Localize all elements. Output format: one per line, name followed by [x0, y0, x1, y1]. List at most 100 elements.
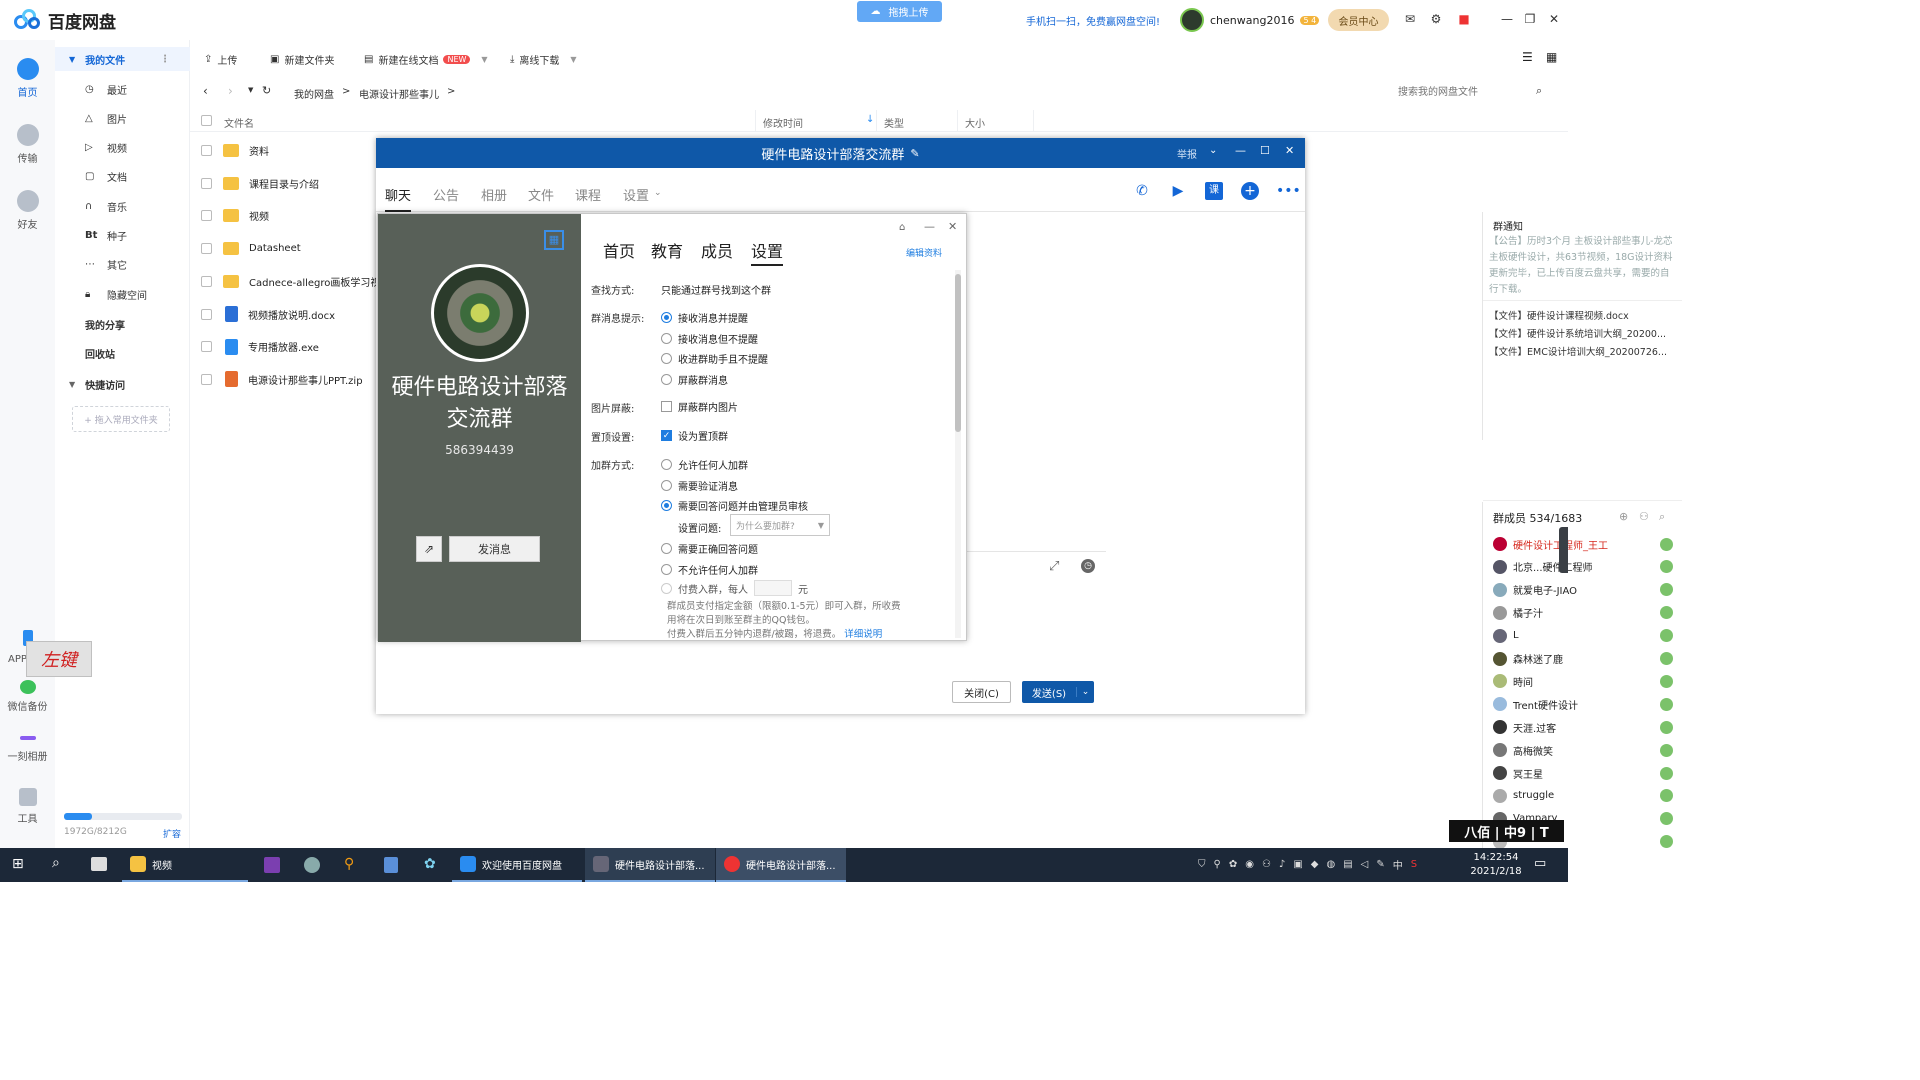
mic-icon[interactable]: ♪ — [1279, 859, 1285, 870]
row-checkbox[interactable] — [201, 243, 212, 255]
app-icon[interactable] — [304, 857, 320, 873]
close-icon[interactable]: ✕ — [1285, 144, 1294, 157]
close-icon[interactable]: ✕ — [948, 220, 957, 233]
new-online-doc-button[interactable]: ▤ 新建在线文档 NEW ▼ — [364, 52, 488, 67]
course-icon[interactable]: 课 — [1205, 182, 1223, 200]
member-row[interactable]: struggle — [1493, 786, 1673, 806]
detail-link[interactable]: 详细说明 — [844, 629, 882, 640]
radio-option[interactable]: 收进群助手且不提醒 — [661, 351, 768, 366]
more-icon[interactable]: ••• — [1276, 182, 1301, 200]
file-row[interactable]: 专用播放器.exe — [190, 330, 376, 363]
history-dropdown-icon[interactable]: ▼ — [248, 86, 253, 94]
app-tray-icon[interactable]: ▤ — [1343, 859, 1352, 870]
phone-call-icon[interactable]: ✆ — [1133, 182, 1151, 200]
tab-course[interactable]: 课程 — [575, 185, 601, 204]
taskbar-item-qq-group-1[interactable]: 硬件电路设计部落... — [585, 848, 715, 882]
edit-profile-link[interactable]: 编辑资料 — [906, 246, 942, 259]
member-row[interactable]: L — [1493, 626, 1673, 646]
tab-album[interactable]: 相册 — [481, 185, 507, 204]
radio-option[interactable]: 接收消息并提醒 — [661, 310, 748, 325]
col-type[interactable]: 类型 — [884, 115, 904, 130]
file-name[interactable]: 课程目录与介绍 — [249, 176, 319, 191]
pin-icon[interactable]: ⌂ — [899, 222, 905, 233]
mail-icon[interactable]: ✉ — [1403, 12, 1417, 26]
file-name[interactable]: 专用播放器.exe — [248, 339, 319, 354]
forward-icon[interactable]: › — [228, 84, 233, 98]
expand-link[interactable]: 扩容 — [163, 827, 181, 840]
dialog-tab-home[interactable]: 首页 — [603, 238, 635, 262]
report-link[interactable]: 举报 — [1177, 146, 1197, 161]
nav-friends[interactable]: 好友 — [0, 190, 55, 231]
windows-start-icon[interactable]: ⊞ — [12, 856, 24, 872]
member-row[interactable]: 高梅微笑 — [1493, 740, 1673, 760]
video-call-icon[interactable]: ▶ — [1169, 182, 1187, 200]
nav-album[interactable]: 一刻相册 — [0, 730, 55, 763]
file-row[interactable]: 视频播放说明.docx — [190, 298, 376, 331]
refresh-icon[interactable]: ↻ — [262, 84, 271, 97]
qq-tray-icon[interactable]: ◉ — [1245, 859, 1254, 870]
radio-option[interactable]: 允许任何人加群 — [661, 457, 748, 472]
row-checkbox[interactable] — [201, 275, 212, 287]
member-row[interactable]: 天涯.过客 — [1493, 717, 1673, 737]
offline-download-button[interactable]: ⤓ 离线下载 ▼ — [510, 52, 577, 67]
row-checkbox[interactable] — [201, 341, 212, 353]
search-input[interactable] — [1398, 84, 1538, 100]
chevron-down-icon[interactable]: ⌄ — [1209, 145, 1217, 156]
photo-icon[interactable]: ▣ — [1293, 859, 1302, 870]
ime-indicator[interactable]: 中 — [1393, 857, 1403, 872]
search-tray-icon[interactable]: ⚲ — [1214, 859, 1221, 870]
restore-icon[interactable]: ❐ — [1523, 12, 1537, 26]
member-row[interactable]: 森林迷了鹿 — [1493, 649, 1673, 669]
taskbar-item-baidu[interactable]: 欢迎使用百度网盘 — [452, 848, 582, 882]
radio-option[interactable]: 不允许任何人加群 — [661, 562, 758, 577]
col-name[interactable]: 文件名 — [224, 115, 254, 130]
grid-view-icon[interactable]: ▦ — [1546, 50, 1557, 64]
user-info[interactable]: chenwang2016 5 4 — [1180, 8, 1320, 32]
more-vertical-icon[interactable]: ⋮ — [160, 54, 170, 65]
member-row[interactable]: 冥王星 — [1493, 763, 1673, 783]
radio-option[interactable]: 需要验证消息 — [661, 478, 738, 493]
expand-icon[interactable]: ⤢ — [1049, 559, 1059, 574]
sidebar-item-recycle[interactable]: 回收站 — [55, 341, 190, 365]
file-row[interactable]: Datasheet — [190, 232, 376, 265]
file-name[interactable]: 电源设计那些事儿PPT.zip — [248, 372, 363, 387]
file-row[interactable]: 资料 — [190, 134, 376, 167]
calculator-icon[interactable] — [384, 857, 398, 873]
nav-home[interactable]: 首页 — [0, 58, 55, 99]
sidebar-item[interactable]: ⋯ 其它 — [55, 253, 190, 277]
radio-option[interactable]: 接收消息但不提醒 — [661, 331, 758, 346]
tab-files[interactable]: 文件 — [528, 185, 554, 204]
search-icon[interactable]: ⌕ — [1659, 510, 1665, 524]
member-row[interactable]: 硬件设计工程师_王工 — [1493, 534, 1673, 554]
qr-code-icon[interactable]: ▦ — [544, 230, 564, 250]
row-checkbox[interactable] — [201, 308, 212, 320]
side-float-handle[interactable] — [1559, 527, 1568, 573]
nav-wechat-backup[interactable]: 微信备份 — [0, 680, 55, 713]
pin-top-checkbox[interactable]: ✓ 设为置顶群 — [661, 428, 728, 443]
minimize-icon[interactable]: — — [924, 220, 935, 233]
breadcrumb-current[interactable]: 电源设计那些事儿 — [359, 86, 439, 101]
back-icon[interactable]: ‹ — [203, 84, 208, 98]
promo-link[interactable]: 手机扫一扫，免费赢网盘空间! — [1026, 13, 1160, 28]
sort-list-icon[interactable]: ☰ — [1522, 50, 1533, 64]
send-message-button[interactable]: 发消息 — [449, 536, 540, 562]
tab-settings[interactable]: 设置 — [623, 185, 649, 204]
tab-notice[interactable]: 公告 — [433, 185, 459, 204]
file-name[interactable]: Datasheet — [249, 243, 301, 254]
edit-pencil-icon[interactable]: ✎ — [910, 147, 919, 160]
caret-down-icon[interactable]: ▼ — [481, 55, 487, 64]
select-all-checkbox[interactable] — [201, 115, 212, 126]
close-icon[interactable]: ✕ — [1547, 12, 1561, 26]
minimize-icon[interactable]: — — [1500, 12, 1514, 26]
shield-icon[interactable]: ⛉ — [1198, 859, 1206, 870]
maximize-icon[interactable]: ☐ — [1260, 144, 1270, 157]
row-checkbox[interactable] — [201, 177, 212, 189]
sidebar-item[interactable]: ▢ 文档 — [55, 165, 190, 189]
paid-amount-input[interactable] — [754, 580, 792, 596]
file-name[interactable]: 资料 — [249, 143, 269, 158]
notification-icon[interactable]: ▭ — [1534, 856, 1546, 871]
scrollbar-track[interactable] — [955, 270, 961, 638]
upload-button[interactable]: ⇪ 上传 — [204, 52, 237, 67]
sidebar-item[interactable]: ▷ 视频 — [55, 136, 190, 160]
volume-icon[interactable]: ◁ — [1361, 859, 1369, 870]
